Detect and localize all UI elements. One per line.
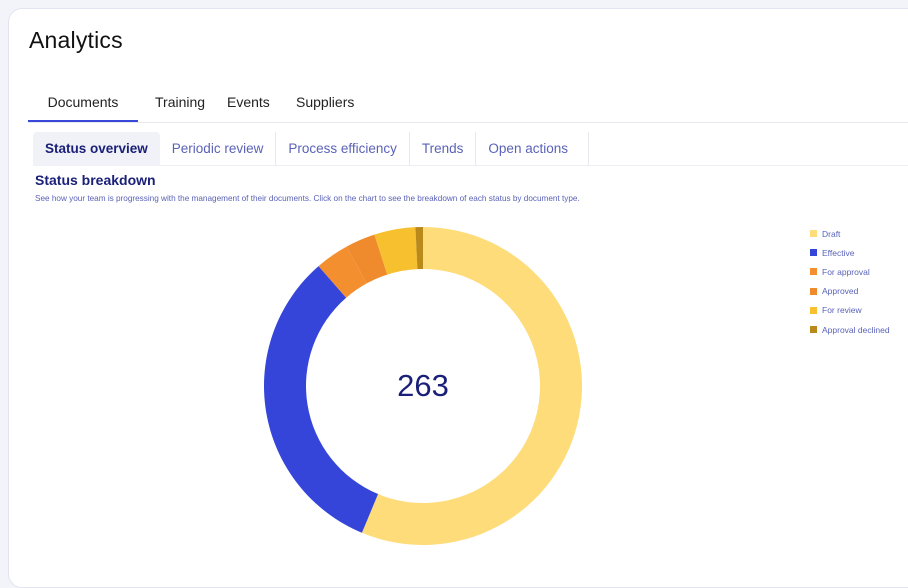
center-total-label: 263 — [397, 368, 449, 403]
legend-label: Draft — [822, 228, 841, 239]
chart-legend: Draft Effective For approval Approved Fo… — [810, 224, 890, 339]
legend-swatch — [810, 287, 817, 295]
legend-label: For review — [822, 305, 862, 316]
legend-item-approval-declined[interactable]: Approval declined — [810, 320, 890, 339]
legend-swatch — [810, 326, 817, 334]
legend-swatch — [810, 268, 817, 276]
legend-item-draft[interactable]: Draft — [810, 224, 890, 243]
donut-slice-effective[interactable] — [264, 266, 379, 533]
legend-item-for-review[interactable]: For review — [810, 301, 890, 320]
donut-slice-draft[interactable] — [361, 227, 582, 545]
legend-swatch — [810, 306, 817, 314]
legend-item-effective[interactable]: Effective — [810, 243, 890, 262]
legend-label: Approved — [822, 286, 859, 297]
legend-item-for-approval[interactable]: For approval — [810, 262, 890, 281]
legend-swatch — [810, 249, 817, 257]
legend-swatch — [810, 230, 817, 238]
legend-label: Effective — [822, 247, 855, 258]
legend-label: Approval declined — [822, 324, 890, 335]
legend-item-approved[interactable]: Approved — [810, 282, 890, 301]
legend-label: For approval — [822, 266, 870, 277]
donut-chart[interactable]: 263 — [0, 0, 908, 558]
